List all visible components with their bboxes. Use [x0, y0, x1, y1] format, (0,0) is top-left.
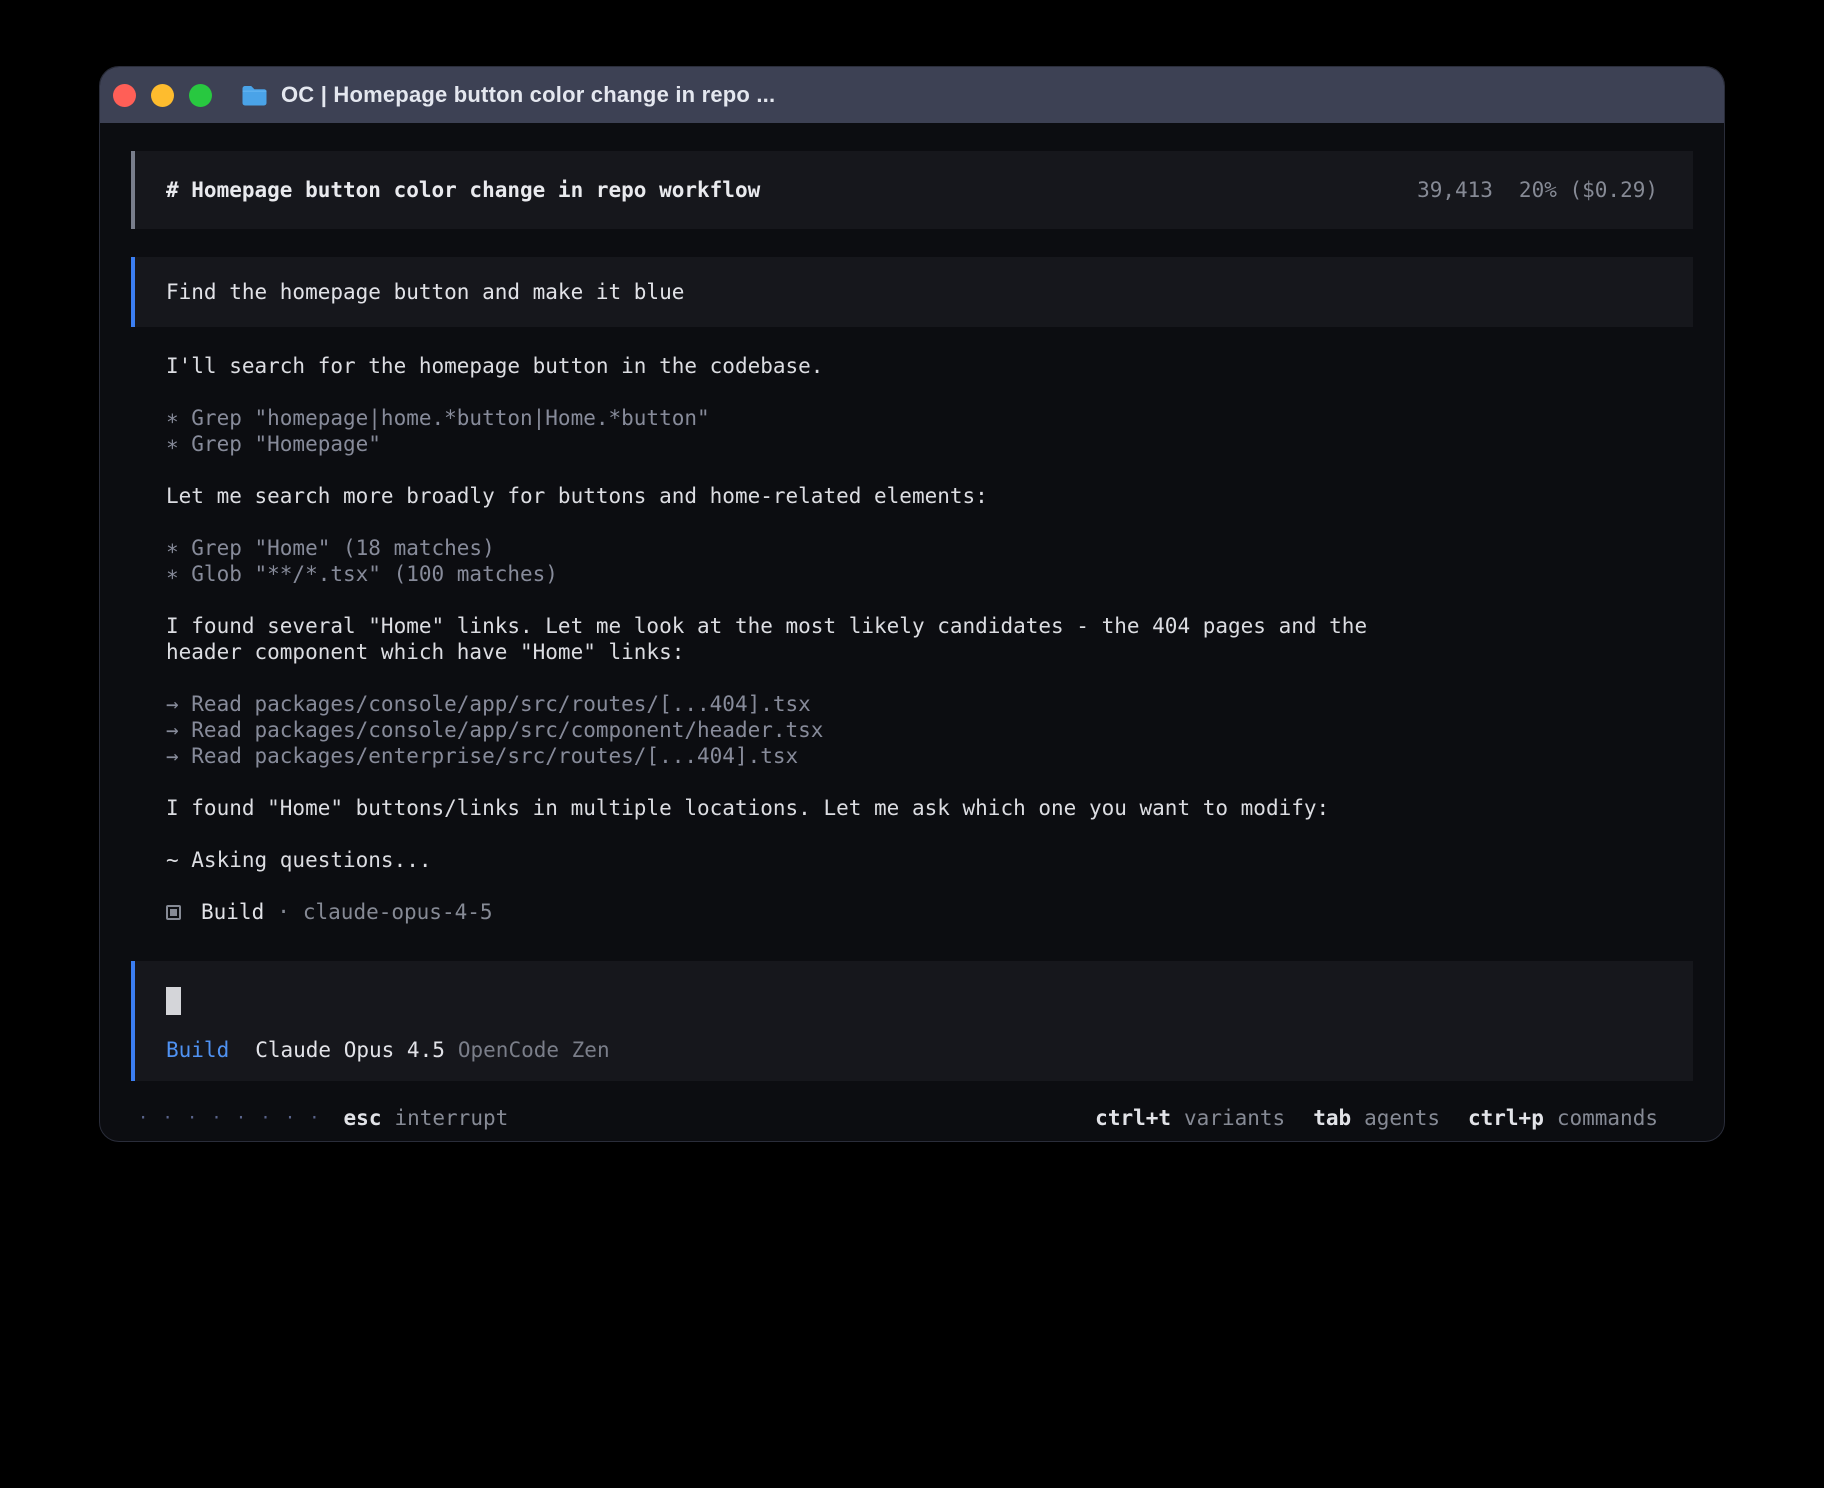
variants-label: variants: [1184, 1105, 1285, 1131]
shortcut-agents: tab agents: [1313, 1105, 1440, 1131]
context-usage: 20% ($0.29): [1519, 177, 1658, 203]
agents-label: agents: [1364, 1105, 1440, 1131]
tool-call-grep: ∗ Grep "Home" (18 matches): [166, 535, 1693, 561]
status-left: · · · · · · · · esc interrupt: [138, 1105, 508, 1131]
tool-call-grep: ∗ Grep "homepage|home.*button|Home.*butt…: [166, 405, 1693, 431]
agent-name: Build: [201, 899, 264, 925]
folder-icon: [241, 84, 268, 107]
close-window-button[interactable]: [113, 84, 136, 107]
ctrl-p-key-hint: ctrl+p: [1468, 1105, 1544, 1131]
input-model: Claude Opus 4.5: [255, 1037, 445, 1063]
prompt-input[interactable]: Build Claude Opus 4.5 OpenCode Zen: [131, 961, 1693, 1081]
tool-call-group: → Read packages/console/app/src/routes/[…: [166, 691, 1693, 769]
shortcut-commands: ctrl+p commands: [1468, 1105, 1658, 1131]
terminal-content: # Homepage button color change in repo w…: [100, 123, 1724, 1141]
file-read-line: → Read packages/console/app/src/routes/[…: [166, 691, 1693, 717]
file-read-line: → Read packages/console/app/src/componen…: [166, 717, 1693, 743]
agent-model: claude-opus-4-5: [303, 899, 493, 925]
agent-status: Build · claude-opus-4-5: [166, 899, 1693, 925]
assistant-message: I found several "Home" links. Let me loo…: [166, 613, 1446, 665]
input-meta: Build Claude Opus 4.5 OpenCode Zen: [166, 1037, 1662, 1063]
input-provider: OpenCode Zen: [458, 1037, 610, 1063]
commands-label: commands: [1557, 1105, 1658, 1131]
ctrl-t-key-hint: ctrl+t: [1095, 1105, 1171, 1131]
tool-call-group: ∗ Grep "homepage|home.*button|Home.*butt…: [166, 405, 1693, 457]
session-title: # Homepage button color change in repo w…: [166, 177, 760, 203]
esc-key-hint: esc: [344, 1105, 382, 1131]
terminal-window: OC | Homepage button color change in rep…: [99, 66, 1725, 1142]
tool-call-grep: ∗ Grep "Homepage": [166, 431, 1693, 457]
window-titlebar[interactable]: OC | Homepage button color change in rep…: [100, 67, 1724, 123]
traffic-lights: [113, 84, 212, 107]
agent-separator: ·: [277, 899, 290, 925]
window-title: OC | Homepage button color change in rep…: [281, 82, 775, 108]
assistant-message: I found "Home" buttons/links in multiple…: [166, 795, 1446, 821]
tool-call-glob: ∗ Glob "**/*.tsx" (100 matches): [166, 561, 1693, 587]
minimize-window-button[interactable]: [151, 84, 174, 107]
status-message: ~ Asking questions...: [166, 847, 1446, 873]
user-message: Find the homepage button and make it blu…: [131, 257, 1693, 327]
interrupt-label: interrupt: [394, 1105, 508, 1131]
input-mode: Build: [166, 1037, 229, 1063]
assistant-message: Let me search more broadly for buttons a…: [166, 483, 1446, 509]
shortcut-variants: ctrl+t variants: [1095, 1105, 1285, 1131]
assistant-message: I'll search for the homepage button in t…: [166, 353, 1446, 379]
user-message-text: Find the homepage button and make it blu…: [166, 280, 684, 304]
text-cursor: [166, 987, 181, 1015]
session-meta: 39,413 20% ($0.29): [1417, 177, 1658, 203]
zoom-window-button[interactable]: [189, 84, 212, 107]
tab-key-hint: tab: [1313, 1105, 1351, 1131]
session-header: # Homepage button color change in repo w…: [131, 151, 1693, 229]
file-read-line: → Read packages/enterprise/src/routes/[.…: [166, 743, 1693, 769]
status-bar: · · · · · · · · esc interrupt ctrl+t var…: [138, 1105, 1658, 1131]
agent-icon: [166, 905, 181, 920]
tool-call-group: ∗ Grep "Home" (18 matches) ∗ Glob "**/*.…: [166, 535, 1693, 587]
token-count: 39,413: [1417, 177, 1493, 203]
spinner-dots: · · · · · · · ·: [138, 1105, 322, 1131]
status-right: ctrl+t variants tab agents ctrl+p comman…: [1095, 1105, 1658, 1131]
